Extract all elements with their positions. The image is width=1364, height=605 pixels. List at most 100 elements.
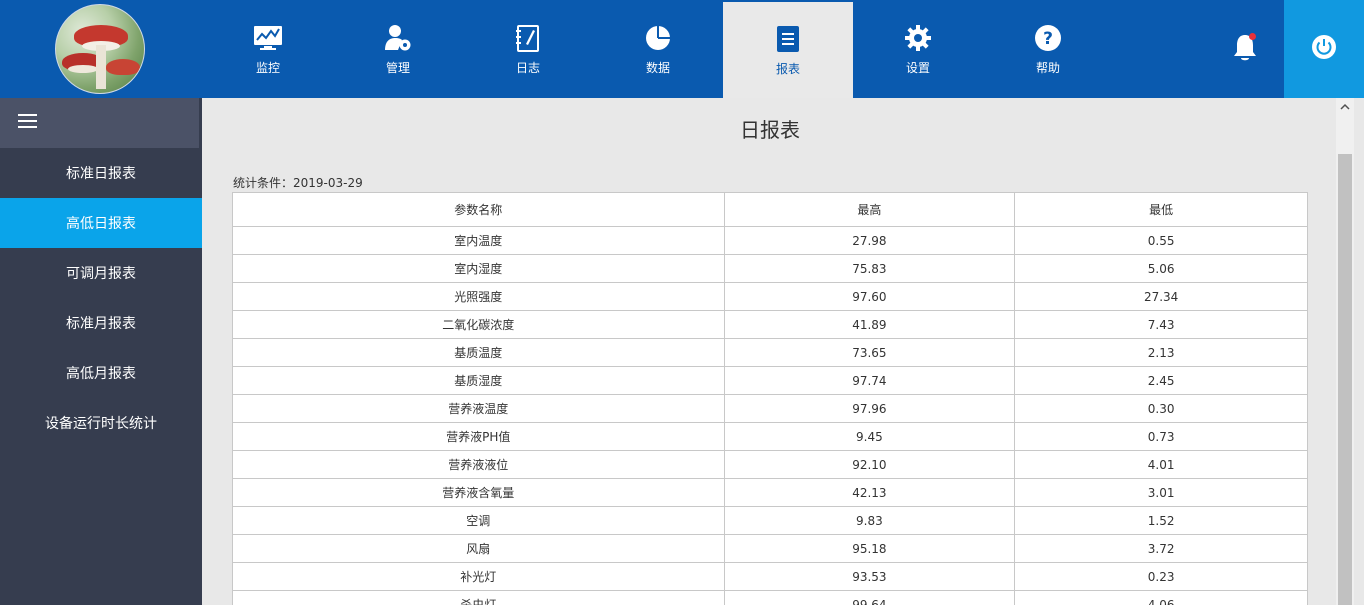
table-row: 补光灯 93.53 0.23 — [232, 562, 1308, 591]
column-header-max: 最高 — [723, 192, 1016, 227]
cell-min-value: 2.45 — [1014, 366, 1308, 395]
cell-param-name: 营养液PH值 — [232, 422, 725, 451]
cell-min-value: 3.72 — [1014, 534, 1308, 563]
nav-label: 设置 — [905, 60, 930, 75]
cell-min-value: 4.01 — [1014, 450, 1308, 479]
cell-min-value: 5.06 — [1014, 254, 1308, 283]
nav-item-data[interactable]: 数据 — [593, 0, 723, 98]
query-condition: 统计条件：2019-03-29 — [233, 174, 363, 191]
table-row: 室内湿度 75.83 5.06 — [232, 254, 1308, 283]
cell-min-value: 0.30 — [1014, 394, 1308, 423]
table-row: 室内温度 27.98 0.55 — [232, 226, 1308, 255]
cell-max-value: 27.98 — [723, 226, 1016, 255]
nav-label: 帮助 — [1035, 60, 1060, 75]
cell-max-value: 93.53 — [723, 562, 1016, 591]
cell-max-value: 97.96 — [723, 394, 1016, 423]
scrollbar-thumb[interactable] — [1338, 154, 1352, 605]
scroll-up-arrow-icon[interactable] — [1336, 98, 1354, 116]
cell-max-value: 97.74 — [723, 366, 1016, 395]
cell-max-value: 92.10 — [723, 450, 1016, 479]
user-gear-icon — [383, 23, 413, 53]
cell-param-name: 营养液含氧量 — [232, 478, 725, 507]
hamburger-icon — [18, 113, 38, 133]
avatar — [55, 4, 145, 94]
condition-label: 统计条件： — [233, 176, 294, 190]
table-row: 空调 9.83 1.52 — [232, 506, 1308, 535]
cell-max-value: 42.13 — [723, 478, 1016, 507]
nav-item-report[interactable]: 报表 — [723, 2, 853, 98]
table-body: 室内温度 27.98 0.55 室内湿度 75.83 5.06 光照强度 97.60 27.34… — [232, 226, 1308, 605]
condition-value: 2019-03-29 — [293, 176, 363, 190]
sidebar-item-standard-daily[interactable]: 标准日报表 — [0, 148, 202, 198]
table-row: 营养液含氧量 42.13 3.01 — [232, 478, 1308, 507]
notification-dot — [1249, 33, 1256, 40]
cell-max-value: 73.65 — [723, 338, 1016, 367]
sidebar-item-runtime-stats[interactable]: 设备运行时长统计 — [0, 398, 202, 448]
cell-max-value: 41.89 — [723, 310, 1016, 339]
nav-label: 监控 — [255, 60, 280, 75]
sidebar-item-highlow-monthly[interactable]: 高低月报表 — [0, 348, 202, 398]
cell-param-name: 室内湿度 — [232, 254, 725, 283]
table-row: 营养液温度 97.96 0.30 — [232, 394, 1308, 423]
nav-item-manage[interactable]: 管理 — [333, 0, 463, 98]
cell-min-value: 0.23 — [1014, 562, 1308, 591]
nav-label: 报表 — [775, 61, 800, 76]
power-icon — [1311, 34, 1337, 64]
cell-min-value: 27.34 — [1014, 282, 1308, 311]
cell-max-value: 97.60 — [723, 282, 1016, 311]
logo-area — [0, 0, 202, 98]
nav-label: 管理 — [385, 60, 410, 75]
cell-min-value: 0.55 — [1014, 226, 1308, 255]
table-row: 基质温度 73.65 2.13 — [232, 338, 1308, 367]
svg-text:?: ? — [1043, 29, 1053, 49]
column-header-param: 参数名称 — [232, 192, 725, 227]
cell-param-name: 基质湿度 — [232, 366, 725, 395]
help-icon: ? — [1033, 23, 1063, 53]
table-row: 营养液液位 92.10 4.01 — [232, 450, 1308, 479]
vertical-scrollbar[interactable] — [1336, 98, 1354, 605]
cell-max-value: 99.64 — [723, 590, 1016, 605]
cell-min-value: 2.13 — [1014, 338, 1308, 367]
table-header-row: 参数名称 最高 最低 — [232, 192, 1308, 227]
table-row: 营养液PH值 9.45 0.73 — [232, 422, 1308, 451]
nav-label: 日志 — [515, 60, 540, 75]
logout-button[interactable] — [1284, 0, 1364, 98]
notebook-icon — [513, 23, 543, 53]
nav-item-log[interactable]: 日志 — [463, 0, 593, 98]
table-row: 杀虫灯 99.64 4.06 — [232, 590, 1308, 605]
report-table: 参数名称 最高 最低 室内温度 27.98 0.55 室内湿度 75.83 5.06 光照强… — [232, 192, 1308, 605]
cell-min-value: 7.43 — [1014, 310, 1308, 339]
cell-param-name: 室内温度 — [232, 226, 725, 255]
sidebar: 标准日报表 高低日报表 可调月报表 标准月报表 高低月报表 设备运行时长统计 — [0, 98, 202, 605]
monitor-chart-icon — [253, 23, 283, 53]
nav-item-help[interactable]: ? 帮助 — [983, 0, 1113, 98]
cell-param-name: 二氧化碳浓度 — [232, 310, 725, 339]
cell-param-name: 营养液温度 — [232, 394, 725, 423]
pie-chart-icon — [643, 23, 673, 53]
cell-param-name: 补光灯 — [232, 562, 725, 591]
main-nav: 监控 管理 日志 数据 报表 设置 ? 帮助 — [203, 0, 1113, 98]
nav-item-settings[interactable]: 设置 — [853, 0, 983, 98]
cell-min-value: 4.06 — [1014, 590, 1308, 605]
cell-param-name: 空调 — [232, 506, 725, 535]
report-list-icon — [773, 24, 803, 54]
cell-param-name: 光照强度 — [232, 282, 725, 311]
menu-toggle-button[interactable] — [0, 98, 199, 148]
nav-item-monitor[interactable]: 监控 — [203, 0, 333, 98]
sidebar-item-standard-monthly[interactable]: 标准月报表 — [0, 298, 202, 348]
cell-param-name: 杀虫灯 — [232, 590, 725, 605]
cell-max-value: 95.18 — [723, 534, 1016, 563]
table-row: 光照强度 97.60 27.34 — [232, 282, 1308, 311]
notification-bell-icon[interactable] — [1228, 30, 1262, 66]
sidebar-item-adjustable-monthly[interactable]: 可调月报表 — [0, 248, 202, 298]
cell-min-value: 3.01 — [1014, 478, 1308, 507]
table-row: 基质湿度 97.74 2.45 — [232, 366, 1308, 395]
table-row: 二氧化碳浓度 41.89 7.43 — [232, 310, 1308, 339]
nav-label: 数据 — [645, 60, 670, 75]
sidebar-item-highlow-daily[interactable]: 高低日报表 — [0, 198, 202, 248]
main-content: 日报表 统计条件：2019-03-29 参数名称 最高 最低 室内温度 27.98… — [202, 98, 1336, 605]
cell-param-name: 基质温度 — [232, 338, 725, 367]
cell-max-value: 9.45 — [723, 422, 1016, 451]
table-row: 风扇 95.18 3.72 — [232, 534, 1308, 563]
cell-param-name: 营养液液位 — [232, 450, 725, 479]
